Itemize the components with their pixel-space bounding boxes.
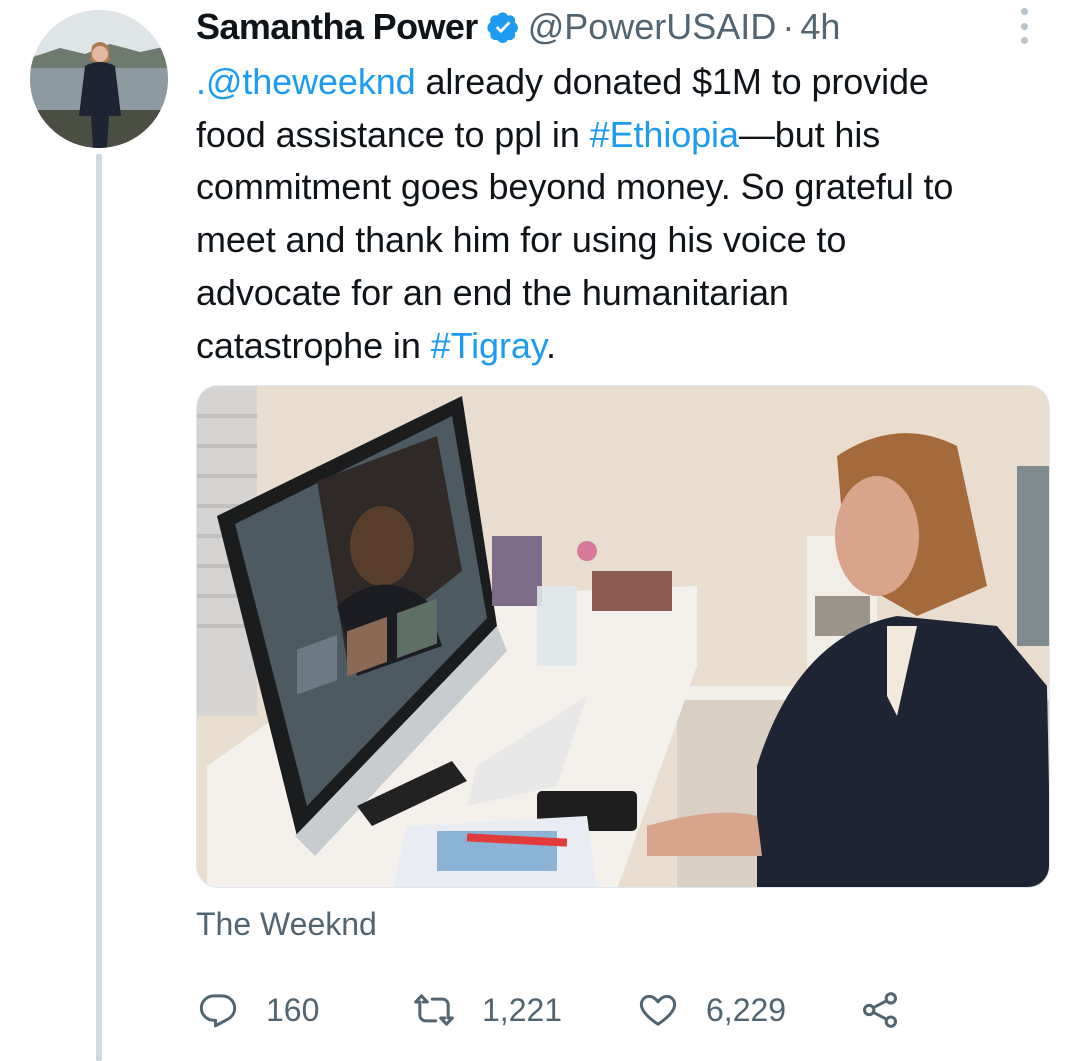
author-name[interactable]: Samantha Power bbox=[196, 6, 478, 48]
retweet-button[interactable]: 1,221 bbox=[414, 988, 562, 1032]
more-vertical-icon[interactable] bbox=[1014, 8, 1034, 44]
verified-badge-icon bbox=[487, 12, 518, 43]
like-count: 6,229 bbox=[706, 991, 787, 1028]
avatar-photo bbox=[30, 10, 168, 148]
tweet-timestamp[interactable]: 4h bbox=[800, 6, 840, 48]
retweet-icon bbox=[414, 994, 454, 1026]
header-separator: · bbox=[782, 6, 795, 47]
tweet-actions: 160 1,221 6,229 bbox=[196, 988, 916, 1032]
heart-icon bbox=[639, 994, 677, 1026]
hashtag-link-tigray[interactable]: #Tigray bbox=[431, 325, 546, 366]
reply-icon bbox=[199, 994, 237, 1028]
reply-button[interactable]: 160 bbox=[198, 988, 319, 1032]
retweet-count: 1,221 bbox=[482, 991, 563, 1028]
share-icon bbox=[863, 992, 897, 1028]
media-tagged-person[interactable]: The Weeknd bbox=[196, 906, 377, 943]
author-avatar[interactable] bbox=[30, 10, 168, 148]
mention-link[interactable]: .@theweeknd bbox=[196, 61, 416, 102]
share-button[interactable] bbox=[860, 988, 900, 1032]
reply-count: 160 bbox=[266, 991, 320, 1028]
tweet-header: Samantha Power @PowerUSAID · 4h bbox=[196, 5, 840, 49]
tweet-text: .@theweeknd already donated $1M to provi… bbox=[196, 61, 954, 366]
like-button[interactable]: 6,229 bbox=[638, 988, 786, 1032]
thread-line bbox=[96, 154, 102, 1061]
tweet-media-photo[interactable] bbox=[196, 385, 1050, 888]
media-photo-illustration bbox=[197, 386, 1049, 887]
hashtag-link-ethiopia[interactable]: #Ethiopia bbox=[590, 114, 739, 155]
author-handle[interactable]: @PowerUSAID bbox=[528, 6, 777, 48]
